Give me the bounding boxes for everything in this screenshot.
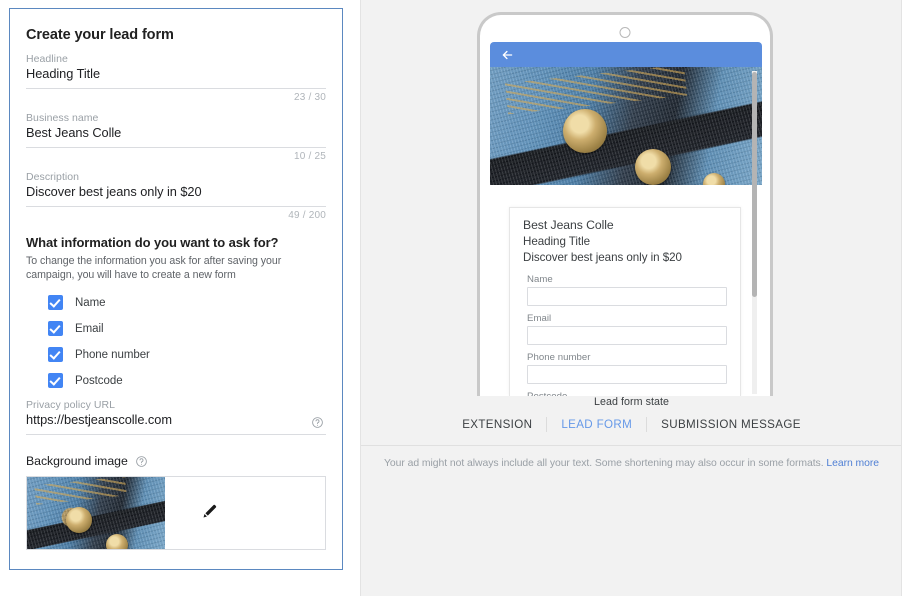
- camera-dot-icon: [619, 27, 631, 38]
- background-image-box: [26, 476, 326, 550]
- lead-form-state-title: Lead form state: [593, 396, 669, 408]
- help-circle-icon[interactable]: [135, 455, 148, 468]
- question-subtext: To change the information you ask for af…: [26, 255, 282, 281]
- preview-footer-note: Your ad might not always include all you…: [361, 445, 902, 469]
- preview-field-phone-number-label: Phone number: [527, 352, 591, 363]
- checkbox-row-email[interactable]: Email: [48, 321, 326, 336]
- denim-jeans-button-photo: [490, 67, 762, 185]
- app-root: Create your lead form Headline Heading T…: [0, 0, 902, 596]
- preview-field-phone-number-input[interactable]: [527, 365, 727, 384]
- vertical-scrollbar-thumb[interactable]: [752, 72, 757, 297]
- rivet-shape: [563, 109, 607, 153]
- preview-business-name: Best Jeans Colle: [523, 218, 614, 232]
- help-circle-icon[interactable]: [311, 416, 324, 429]
- preview-lead-form-card: Best Jeans Colle Heading Title Discover …: [509, 207, 741, 396]
- field-business-name-counter: 10 / 25: [294, 151, 326, 162]
- preview-column: Best Jeans Colle Heading Title Discover …: [360, 0, 902, 596]
- field-privacy-policy-url: Privacy policy URL https://bestjeanscoll…: [26, 399, 326, 435]
- lead-form-state-tabs: EXTENSION LEAD FORM SUBMISSION MESSAGE: [361, 417, 902, 432]
- field-description: Description Discover best jeans only in …: [26, 171, 326, 230]
- background-image-heading: Background image: [26, 454, 326, 468]
- footer-note-text: Your ad might not always include all you…: [383, 458, 824, 469]
- preview-field-name: Name: [523, 274, 727, 306]
- checkbox-phone-number[interactable]: [48, 347, 63, 362]
- preview-field-name-input[interactable]: [527, 287, 727, 306]
- phone-mockup: Best Jeans Colle Heading Title Discover …: [477, 12, 773, 396]
- preview-field-phone-number: Phone number: [523, 352, 727, 384]
- field-headline-input[interactable]: Heading Title: [26, 66, 326, 89]
- question-heading: What information do you want to ask for?: [26, 235, 279, 250]
- field-description-counter: 49 / 200: [288, 210, 326, 221]
- checkbox-row-name[interactable]: Name: [48, 295, 326, 310]
- field-business-name: Business name Best Jeans Colle 10 / 25: [26, 112, 326, 171]
- pencil-icon[interactable]: [201, 501, 220, 525]
- tab-lead-form[interactable]: LEAD FORM: [547, 418, 646, 431]
- checkbox-phone-number-label: Phone number: [75, 348, 150, 361]
- checkbox-name-label: Name: [75, 296, 106, 309]
- field-privacy-policy-url-input[interactable]: https://bestjeanscolle.com: [26, 412, 326, 435]
- field-headline: Headline Heading Title 23 / 30: [26, 53, 326, 112]
- back-arrow-icon[interactable]: [499, 48, 516, 62]
- checkbox-row-postcode[interactable]: Postcode: [48, 373, 326, 388]
- checkbox-name[interactable]: [48, 295, 63, 310]
- rivet-shape: [635, 149, 671, 185]
- preview-description: Discover best jeans only in $20: [523, 251, 682, 264]
- field-business-name-label: Business name: [26, 112, 99, 124]
- checkbox-postcode[interactable]: [48, 373, 63, 388]
- preview-field-email-input[interactable]: [527, 326, 727, 345]
- background-image-label: Background image: [26, 454, 128, 468]
- field-business-name-input[interactable]: Best Jeans Colle: [26, 125, 326, 148]
- preview-field-email-label: Email: [527, 313, 552, 324]
- rivet-shape: [66, 507, 92, 533]
- rivet-shape: [106, 534, 128, 549]
- field-headline-label: Headline: [26, 53, 68, 65]
- preview-appbar: [490, 42, 762, 67]
- phone-screen: Best Jeans Colle Heading Title Discover …: [490, 42, 762, 396]
- checkbox-row-phone-number[interactable]: Phone number: [48, 347, 326, 362]
- preview-headline: Heading Title: [523, 235, 591, 248]
- page-title: Create your lead form: [26, 27, 174, 43]
- field-description-input[interactable]: Discover best jeans only in $20: [26, 184, 326, 207]
- denim-jeans-button-photo: [27, 477, 165, 549]
- preview-area: Best Jeans Colle Heading Title Discover …: [361, 0, 902, 445]
- checkbox-postcode-label: Postcode: [75, 374, 123, 387]
- checkbox-email-label: Email: [75, 322, 104, 335]
- lead-form-editor-column: Create your lead form Headline Heading T…: [0, 0, 360, 596]
- lead-form-card: Create your lead form Headline Heading T…: [9, 8, 343, 570]
- checkbox-email[interactable]: [48, 321, 63, 336]
- field-headline-counter: 23 / 30: [294, 92, 326, 103]
- preview-field-name-label: Name: [527, 274, 553, 285]
- tab-extension[interactable]: EXTENSION: [448, 418, 546, 431]
- edit-image-cell: [165, 477, 220, 549]
- field-privacy-policy-url-label: Privacy policy URL: [26, 399, 116, 411]
- background-image-thumbnail[interactable]: [27, 477, 165, 549]
- learn-more-link[interactable]: Learn more: [826, 458, 879, 469]
- preview-hero-image: [490, 67, 762, 185]
- background-image-section: Background image: [26, 454, 326, 550]
- lead-form-state-block: Lead form state EXTENSION LEAD FORM SUBM…: [361, 396, 902, 432]
- preview-field-email: Email: [523, 313, 727, 345]
- field-description-label: Description: [26, 171, 80, 183]
- tab-submission-message[interactable]: SUBMISSION MESSAGE: [647, 418, 815, 431]
